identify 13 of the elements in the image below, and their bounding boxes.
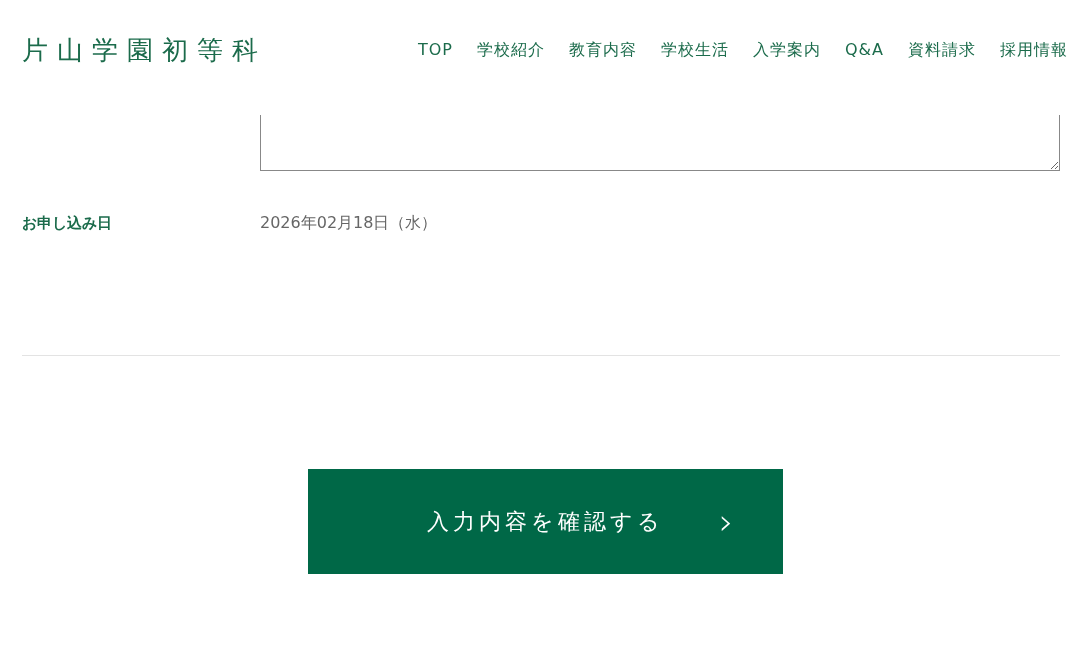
field-value: 2026年02月18日（水） bbox=[260, 212, 438, 234]
nav-link[interactable]: Q&A bbox=[845, 38, 884, 62]
nav-link[interactable]: 採用情報 bbox=[1000, 38, 1068, 62]
nav-link[interactable]: 教育内容 bbox=[569, 38, 637, 62]
field-label: お申し込み日 bbox=[22, 212, 113, 234]
nav-link[interactable]: 資料請求 bbox=[908, 38, 976, 62]
nav-link[interactable]: 学校生活 bbox=[661, 38, 729, 62]
nav-link[interactable]: TOP bbox=[417, 38, 453, 62]
confirm-button[interactable]: 入力内容を確認する › bbox=[307, 469, 783, 574]
nav-link[interactable]: 学校紹介 bbox=[477, 38, 545, 62]
nav-link[interactable]: 入学案内 bbox=[753, 38, 821, 62]
school-logo[interactable]: 片山学園初等科 bbox=[22, 30, 267, 70]
textarea-field[interactable] bbox=[260, 115, 1060, 171]
